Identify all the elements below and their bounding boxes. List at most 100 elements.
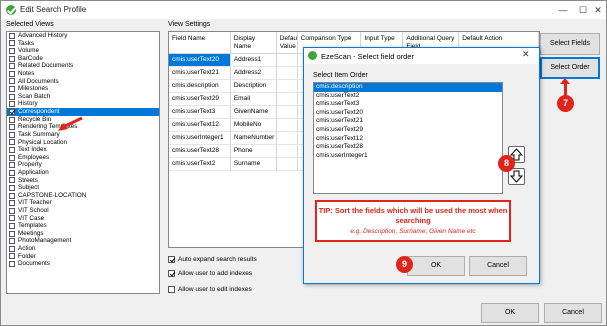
checkbox-icon[interactable] xyxy=(9,146,15,153)
checkbox-icon[interactable] xyxy=(9,184,15,191)
list-item[interactable]: Task Summary xyxy=(7,131,159,139)
table-cell[interactable] xyxy=(277,119,298,131)
table-cell[interactable] xyxy=(277,106,298,118)
checkbox-icon[interactable] xyxy=(9,192,15,199)
list-item[interactable]: Documents xyxy=(7,260,159,268)
list-item[interactable]: Advanced History xyxy=(7,32,159,40)
checkbox-icon[interactable] xyxy=(9,55,15,62)
checkbox-icon[interactable] xyxy=(9,238,15,245)
checkbox-icon[interactable] xyxy=(9,124,15,131)
table-cell[interactable] xyxy=(277,93,298,105)
list-item[interactable]: cmis:userText2 xyxy=(314,92,502,101)
close-icon[interactable]: ✕ xyxy=(591,3,605,17)
checkbox-icon[interactable] xyxy=(9,162,15,169)
select-fields-button[interactable]: Select Fields xyxy=(540,33,600,55)
table-cell[interactable] xyxy=(277,158,298,170)
column-header[interactable]: Display Name xyxy=(231,32,277,53)
table-cell[interactable] xyxy=(277,54,298,66)
checkbox-icon[interactable] xyxy=(9,131,15,138)
dialog-ok-button[interactable]: OK xyxy=(407,256,465,276)
list-item[interactable]: Tasks xyxy=(7,40,159,48)
allow-add-checkbox[interactable]: Allow user to add indexes xyxy=(168,270,252,277)
checkbox-icon[interactable] xyxy=(9,101,15,108)
column-header[interactable]: Default Value xyxy=(277,32,298,53)
table-cell[interactable] xyxy=(277,145,298,157)
list-item[interactable]: Meetings xyxy=(7,230,159,238)
list-item[interactable]: Action xyxy=(7,245,159,253)
list-item[interactable]: History xyxy=(7,100,159,108)
minimize-icon[interactable]: — xyxy=(556,3,570,17)
selected-views-list[interactable]: Advanced History Tasks Volume BarCode Relate… xyxy=(6,31,160,294)
checkbox-icon[interactable] xyxy=(9,48,15,55)
select-order-button[interactable]: Select Order xyxy=(540,57,600,79)
list-item[interactable]: cmis:userText20 xyxy=(314,109,502,118)
list-item[interactable]: VIT School xyxy=(7,207,159,215)
table-cell[interactable] xyxy=(277,80,298,92)
checkbox-icon[interactable] xyxy=(9,93,15,100)
list-item[interactable]: Notes xyxy=(7,70,159,78)
list-item[interactable]: Subject xyxy=(7,184,159,192)
list-item[interactable]: cmis:userText21 xyxy=(314,117,502,126)
table-cell[interactable]: GivenName xyxy=(231,106,277,118)
list-item[interactable]: Application xyxy=(7,169,159,177)
list-item[interactable]: Templates xyxy=(7,222,159,230)
cancel-button[interactable]: Cancel xyxy=(544,303,602,323)
checkbox-icon[interactable] xyxy=(9,177,15,184)
checkbox-icon[interactable] xyxy=(9,245,15,252)
checkbox-icon[interactable] xyxy=(9,169,15,176)
list-item[interactable]: cmis:userText28 xyxy=(314,143,502,152)
list-item[interactable]: BarCode xyxy=(7,55,159,63)
list-item[interactable]: Folder xyxy=(7,253,159,261)
list-item[interactable]: Rendering Templates xyxy=(7,123,159,131)
table-cell[interactable] xyxy=(277,132,298,144)
table-cell[interactable]: cmis:userText28 xyxy=(169,145,231,157)
table-cell[interactable]: Description xyxy=(231,80,277,92)
list-item[interactable]: Physical Location xyxy=(7,139,159,147)
checkbox-icon[interactable] xyxy=(9,40,15,47)
list-item[interactable]: PhotoManagement xyxy=(7,237,159,245)
checkbox-icon[interactable] xyxy=(9,253,15,260)
table-cell[interactable]: Phone xyxy=(231,145,277,157)
checkbox-icon[interactable] xyxy=(9,230,15,237)
list-item[interactable]: Property xyxy=(7,161,159,169)
checkbox-icon[interactable] xyxy=(9,108,15,115)
table-cell[interactable]: cmis:userInteger1 xyxy=(169,132,231,144)
list-item[interactable]: cmis:userText29 xyxy=(314,126,502,135)
list-item[interactable]: cmis:userInteger1 xyxy=(314,152,502,161)
list-item[interactable]: Milestones xyxy=(7,85,159,93)
table-cell[interactable]: Address1 xyxy=(231,54,277,66)
table-cell[interactable]: cmis:userText12 xyxy=(169,119,231,131)
list-item[interactable]: Text Index xyxy=(7,146,159,154)
checkbox-icon[interactable] xyxy=(9,63,15,70)
table-cell[interactable]: cmis:userText3 xyxy=(169,106,231,118)
auto-expand-checkbox[interactable]: Auto expand search results xyxy=(168,256,257,263)
list-item[interactable]: cmis:description xyxy=(314,83,502,92)
checkbox-icon[interactable] xyxy=(9,86,15,93)
list-item[interactable]: Recycle Bin xyxy=(7,116,159,124)
list-item[interactable]: VIT Teacher xyxy=(7,199,159,207)
checkbox-icon[interactable] xyxy=(9,223,15,230)
table-cell[interactable]: cmis:userText20 xyxy=(169,54,231,66)
list-item[interactable]: All Documents xyxy=(7,78,159,86)
checkbox-icon[interactable] xyxy=(9,207,15,214)
list-item[interactable]: Streets xyxy=(7,177,159,185)
list-item[interactable]: Scan Batch xyxy=(7,93,159,101)
allow-edit-checkbox[interactable]: Allow user to edit indexes xyxy=(168,286,252,293)
checkbox-icon[interactable] xyxy=(9,139,15,146)
list-item[interactable]: cmis:userText12 xyxy=(314,135,502,144)
checkbox-icon[interactable] xyxy=(9,261,15,268)
checkbox-icon[interactable] xyxy=(9,32,15,39)
table-cell[interactable]: Address2 xyxy=(231,67,277,79)
maximize-icon[interactable]: ☐ xyxy=(576,3,590,17)
list-item[interactable]: Volume xyxy=(7,47,159,55)
table-cell[interactable]: NameNumber xyxy=(231,132,277,144)
list-item[interactable]: VIT Case xyxy=(7,215,159,223)
column-header[interactable]: Field Name xyxy=(169,32,231,53)
checkbox-icon[interactable] xyxy=(9,116,15,123)
checkbox-icon[interactable] xyxy=(9,70,15,77)
ok-button[interactable]: OK xyxy=(481,303,539,323)
dialog-cancel-button[interactable]: Cancel xyxy=(469,256,527,276)
checkbox-icon[interactable] xyxy=(9,200,15,207)
list-item[interactable]: cmis:userText3 xyxy=(314,100,502,109)
item-order-list[interactable]: cmis:description cmis:userText2 cmis:userT… xyxy=(313,82,503,194)
